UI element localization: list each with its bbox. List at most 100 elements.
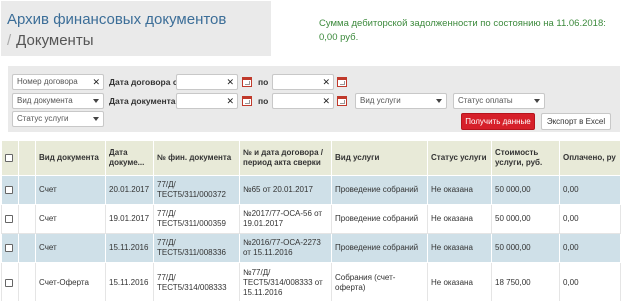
clear-icon[interactable]: ✕: [226, 94, 234, 108]
cell-contract: №2016/77-ОСА-2273 от 15.11.2016: [239, 233, 332, 263]
cell-fin-doc-num: 77/Д/ТЕСТ5/311/000372: [153, 175, 240, 205]
cell-fin-doc-num: 77/Д/ТЕСТ5/314/008333: [153, 262, 240, 301]
row-checkbox[interactable]: [5, 214, 13, 223]
row-select-cell: [1, 204, 19, 234]
row-expander-cell: [18, 233, 36, 263]
col-header-cost[interactable]: Стоимость услуги, руб.: [491, 140, 560, 176]
debt-summary: Сумма дебиторской задолженности по состо…: [319, 18, 606, 43]
row-select-cell: [1, 233, 19, 263]
cell-service-type: Проведение собраний: [331, 175, 428, 205]
col-header-paid[interactable]: Оплачено, ру: [559, 140, 621, 176]
doc-date-to-input[interactable]: ✕: [272, 93, 334, 109]
cell-doc-date: 15.11.2016: [105, 262, 154, 301]
table-row[interactable]: Счет 15.11.2016 77/Д/ТЕСТ5/311/008336 №2…: [1, 233, 621, 263]
table-header-row: Вид документа Дата докуме... № фин. доку…: [1, 140, 621, 176]
chevron-down-icon: [93, 99, 99, 103]
doc-type-placeholder: Вид документа: [17, 96, 73, 105]
row-checkbox[interactable]: [5, 185, 13, 194]
cell-service-status: Не оказана: [427, 262, 492, 301]
cell-doc-date: 19.01.2017: [105, 204, 154, 234]
contract-date-to-input[interactable]: ✕: [272, 74, 334, 90]
doc-date-from-label: Дата документа с: [109, 96, 183, 106]
col-header-doc-date[interactable]: Дата докуме...: [105, 140, 154, 176]
cell-service-type: Проведение собраний: [331, 233, 428, 263]
doc-type-select[interactable]: Вид документа: [12, 93, 104, 109]
calendar-icon[interactable]: [242, 77, 252, 87]
cell-contract: №65 от 20.01.2017: [239, 175, 332, 205]
row-expander-cell: [18, 175, 36, 205]
cell-service-status: Не оказана: [427, 204, 492, 234]
cell-cost: 50 000,00: [491, 175, 560, 205]
doc-date-to-label: по: [258, 96, 269, 106]
row-expander-cell: [18, 204, 36, 234]
contract-date-from-label: Дата договора с: [109, 77, 178, 87]
cell-cost: 50 000,00: [491, 204, 560, 234]
get-data-button[interactable]: Получить данные: [461, 113, 535, 130]
clear-icon[interactable]: ✕: [322, 94, 330, 108]
cell-paid: 0,00: [559, 204, 621, 234]
clear-icon[interactable]: ✕: [92, 75, 100, 89]
cell-cost: 50 000,00: [491, 233, 560, 263]
cell-service-type: Собрания (счет-оферта): [331, 262, 428, 301]
page-subtitle: Документы: [16, 32, 94, 49]
page-title: Архив финансовых документов: [7, 11, 227, 28]
contract-date-from-input[interactable]: ✕: [176, 74, 238, 90]
col-header-fin-doc-num[interactable]: № фин. документа: [153, 140, 240, 176]
breadcrumb: / Документы: [7, 32, 94, 49]
calendar-icon[interactable]: [242, 96, 252, 106]
table-row[interactable]: Счет 19.01.2017 77/Д/ТЕСТ5/311/000359 №2…: [1, 204, 621, 234]
contract-number-input[interactable]: Номер договора ✕: [12, 74, 104, 90]
cell-fin-doc-num: 77/Д/ТЕСТ5/311/008336: [153, 233, 240, 263]
doc-date-from-input[interactable]: ✕: [176, 93, 238, 109]
service-status-placeholder: Статус услуги: [17, 114, 69, 123]
cell-service-status: Не оказана: [427, 233, 492, 263]
col-header-contract[interactable]: № и дата договора / период акта сверки: [239, 140, 332, 176]
chevron-down-icon: [93, 117, 99, 121]
cell-paid: 0,00: [559, 175, 621, 205]
cell-contract: №77/Д/ТЕСТ5/314/008333 от 15.11.2016: [239, 262, 332, 301]
table-row[interactable]: Счет 20.01.2017 77/Д/ТЕСТ5/311/000372 №6…: [1, 175, 621, 205]
row-expander-cell: [18, 262, 36, 301]
row-checkbox[interactable]: [5, 243, 13, 252]
filter-panel: Номер договора ✕ Дата договора с ✕ по ✕ …: [8, 66, 620, 132]
cell-service-status: Не оказана: [427, 175, 492, 205]
cell-service-type: Проведение собраний: [331, 204, 428, 234]
col-header-doc-type[interactable]: Вид документа: [35, 140, 106, 176]
contract-date-to-label: по: [258, 77, 269, 87]
service-status-select[interactable]: Статус услуги: [12, 111, 104, 127]
service-type-placeholder: Вид услуги: [360, 96, 401, 105]
cell-contract: №2017/77-ОСА-56 от 19.01.2017: [239, 204, 332, 234]
clear-icon[interactable]: ✕: [322, 75, 330, 89]
cell-paid: 0,00: [559, 262, 621, 301]
chevron-down-icon: [534, 99, 540, 103]
cell-doc-type: Счет: [35, 175, 106, 205]
cell-fin-doc-num: 77/Д/ТЕСТ5/311/000359: [153, 204, 240, 234]
select-all-checkbox[interactable]: [5, 153, 13, 162]
row-select-cell: [1, 262, 19, 301]
col-header-service-status[interactable]: Статус услуги: [427, 140, 492, 176]
service-type-select[interactable]: Вид услуги: [355, 93, 447, 109]
contract-number-placeholder: Номер договора: [17, 77, 78, 86]
select-all-cell: [1, 140, 19, 176]
payment-status-select[interactable]: Статус оплаты: [453, 93, 545, 109]
calendar-icon[interactable]: [337, 77, 347, 87]
expander-header: [18, 140, 36, 176]
cell-doc-type: Счет: [35, 233, 106, 263]
breadcrumb-separator: /: [7, 32, 12, 49]
cell-doc-type: Счет: [35, 204, 106, 234]
calendar-icon[interactable]: [337, 96, 347, 106]
cell-doc-type: Счет-Оферта: [35, 262, 106, 301]
table-row[interactable]: Счет-Оферта 15.11.2016 77/Д/ТЕСТ5/314/00…: [1, 262, 621, 301]
cell-doc-date: 15.11.2016: [105, 233, 154, 263]
col-header-service-type[interactable]: Вид услуги: [331, 140, 428, 176]
cell-doc-date: 20.01.2017: [105, 175, 154, 205]
payment-status-placeholder: Статус оплаты: [458, 96, 513, 105]
chevron-down-icon: [436, 99, 442, 103]
cell-paid: 0,00: [559, 233, 621, 263]
row-select-cell: [1, 175, 19, 205]
cell-cost: 18 750,00: [491, 262, 560, 301]
export-excel-button[interactable]: Экспорт в Excel: [541, 113, 611, 130]
row-checkbox[interactable]: [5, 278, 13, 287]
documents-table: Вид документа Дата докуме... № фин. доку…: [1, 140, 621, 301]
clear-icon[interactable]: ✕: [226, 75, 234, 89]
